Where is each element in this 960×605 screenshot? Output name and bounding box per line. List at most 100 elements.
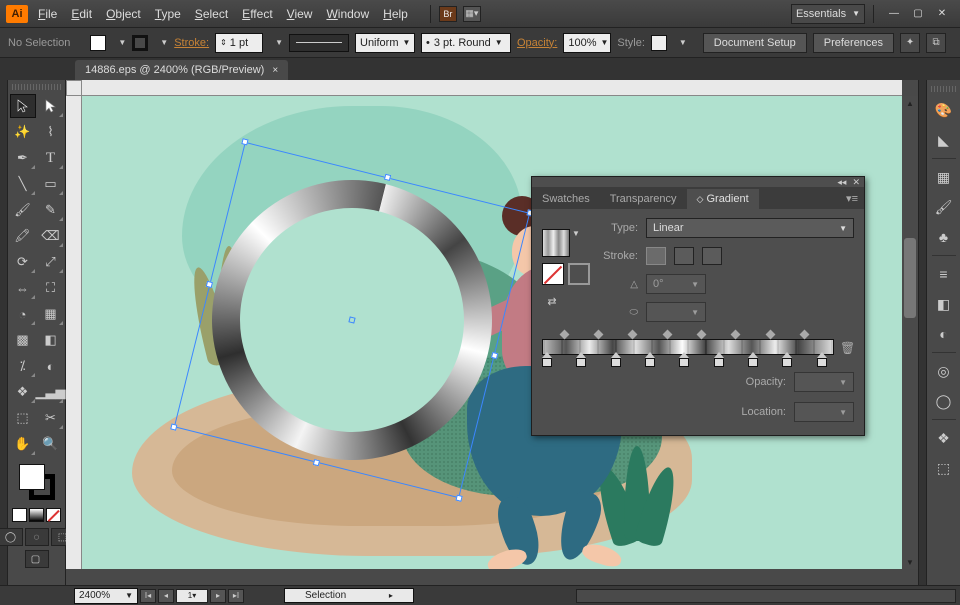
stroke-icon[interactable]: ≡	[931, 262, 957, 286]
left-dock-flap[interactable]	[0, 80, 8, 585]
rotate-tool[interactable]: ⟳	[10, 250, 36, 274]
gradient-stop[interactable]	[714, 352, 724, 367]
menu-view[interactable]: View	[287, 7, 313, 21]
resize-handle[interactable]	[206, 281, 213, 288]
gradient-stop[interactable]	[817, 352, 827, 367]
direct-selection-tool[interactable]	[38, 94, 64, 118]
color-guide-icon[interactable]: ◣	[931, 128, 957, 152]
mesh-tool[interactable]: ▩	[10, 328, 36, 352]
panel-close-icon[interactable]: ✕	[852, 177, 860, 188]
panel-menu-icon[interactable]: ▾≡	[840, 188, 864, 209]
gradient-stop[interactable]	[542, 352, 552, 367]
chevron-down-icon[interactable]: ▼	[160, 38, 168, 47]
layers-icon[interactable]: ❖	[931, 426, 957, 450]
hand-tool[interactable]: ✋	[10, 432, 36, 456]
lasso-tool[interactable]: ⌇	[38, 120, 64, 144]
gradient-angle-field[interactable]: 0°▼	[646, 274, 706, 294]
gradient-midpoint[interactable]	[765, 330, 775, 340]
symbol-sprayer-tool[interactable]: ❖	[10, 380, 36, 404]
stroke-profile-name[interactable]: Uniform▼	[355, 33, 415, 53]
document-tab[interactable]: 14886.eps @ 2400% (RGB/Preview) ×	[75, 60, 288, 80]
resize-handle[interactable]	[241, 138, 248, 145]
stop-opacity-field[interactable]: ▼	[794, 372, 854, 392]
scroll-down-icon[interactable]: ▼	[902, 555, 918, 569]
selection-center[interactable]	[348, 316, 355, 323]
pencil-tool[interactable]: ✎	[38, 198, 64, 222]
column-graph-tool[interactable]: ▁▃▅	[38, 380, 64, 404]
stroke-gradient-along[interactable]	[674, 247, 694, 265]
stroke-color-well[interactable]	[132, 35, 148, 51]
align-to-icon[interactable]: ✦	[900, 33, 920, 53]
gradient-icon[interactable]: ◧	[931, 292, 957, 316]
gradient-stop[interactable]	[782, 352, 792, 367]
graphic-styles-icon[interactable]: ◯	[931, 389, 957, 413]
rectangle-tool[interactable]: ▭	[38, 172, 64, 196]
gradient-fill-none[interactable]	[542, 263, 564, 285]
panel-grip[interactable]	[931, 86, 957, 92]
resize-handle[interactable]	[384, 174, 391, 181]
perspective-grid-tool[interactable]: ▦	[38, 302, 64, 326]
menu-type[interactable]: Type	[155, 7, 181, 21]
color-palette-icon[interactable]: 🎨	[931, 98, 957, 122]
gradient-midpoint[interactable]	[594, 330, 604, 340]
color-mode-gradient[interactable]	[29, 508, 44, 522]
chevron-down-icon[interactable]: ▼	[118, 38, 126, 47]
panel-collapse-icon[interactable]: ◂◂	[837, 177, 846, 188]
document-setup-button[interactable]: Document Setup	[703, 33, 807, 53]
gradient-midpoint[interactable]	[800, 330, 810, 340]
gradient-midpoint[interactable]	[628, 330, 638, 340]
menu-object[interactable]: Object	[106, 7, 141, 21]
fill-swatch[interactable]	[19, 464, 45, 490]
artboard-next[interactable]: ▸	[210, 589, 226, 603]
ruler-vertical[interactable]	[66, 96, 82, 569]
tab-swatches[interactable]: Swatches	[532, 189, 600, 209]
gradient-panel[interactable]: ◂◂ ✕ Swatches Transparency ◇Gradient ▾≡ …	[531, 176, 865, 436]
gradient-stop[interactable]	[645, 352, 655, 367]
draw-normal[interactable]: ◯	[0, 528, 23, 546]
menu-edit[interactable]: Edit	[71, 7, 92, 21]
fill-stroke-control[interactable]	[17, 462, 57, 502]
zoom-field[interactable]: 2400% ▼	[74, 588, 138, 604]
artboard-first[interactable]: I◂	[140, 589, 156, 603]
transparency-icon[interactable]: ◐	[931, 322, 957, 346]
gradient-stop[interactable]	[748, 352, 758, 367]
eyedropper-tool[interactable]: ⁒	[10, 354, 36, 378]
gradient-type-select[interactable]: Linear▼	[646, 218, 854, 238]
scrollbar-horizontal[interactable]	[576, 589, 956, 603]
blend-tool[interactable]: ◐	[38, 354, 64, 378]
swatches-icon[interactable]: ▦	[931, 165, 957, 189]
workspace-switcher[interactable]: Essentials ▼	[791, 4, 865, 24]
chevron-down-icon[interactable]: ▼	[572, 229, 580, 238]
brushes-icon[interactable]: 🖌	[931, 195, 957, 219]
selection-tool[interactable]	[10, 94, 36, 118]
gradient-stroke-swatch[interactable]	[568, 263, 590, 285]
gradient-midpoint[interactable]	[559, 330, 569, 340]
stroke-label[interactable]: Stroke:	[174, 37, 209, 49]
free-transform-tool[interactable]: ⛶	[38, 276, 64, 300]
gradient-midpoint[interactable]	[697, 330, 707, 340]
symbols-icon[interactable]: ♣	[931, 225, 957, 249]
opacity-label[interactable]: Opacity:	[517, 37, 557, 49]
window-minimize[interactable]: —	[882, 6, 906, 22]
stroke-gradient-across[interactable]	[702, 247, 722, 265]
artboard-number[interactable]: 1 ▾	[176, 589, 208, 603]
artboards-icon[interactable]: ⬚	[931, 456, 957, 480]
gradient-stop[interactable]	[679, 352, 689, 367]
chevron-down-icon[interactable]: ▼	[275, 38, 283, 47]
ruler-horizontal[interactable]	[82, 80, 902, 96]
stop-location-field[interactable]: ▼	[794, 402, 854, 422]
gradient-midpoint[interactable]	[662, 330, 672, 340]
stroke-profile[interactable]	[289, 34, 349, 52]
preferences-button[interactable]: Preferences	[813, 33, 894, 53]
right-dock-flap[interactable]	[918, 80, 926, 585]
eraser-tool[interactable]: ⌫	[38, 224, 64, 248]
graphic-style-well[interactable]	[651, 35, 667, 51]
draw-behind[interactable]: ◌	[25, 528, 49, 546]
gradient-slider[interactable]: 🗑	[542, 331, 854, 367]
ruler-origin[interactable]	[66, 80, 82, 96]
brush-definition[interactable]: •3 pt. Round▼	[421, 33, 511, 53]
line-tool[interactable]: ╲	[10, 172, 36, 196]
scale-tool[interactable]: ⤢	[38, 250, 64, 274]
arrange-docs-icon[interactable]: ▦▾	[463, 6, 481, 22]
gradient-stop[interactable]	[611, 352, 621, 367]
